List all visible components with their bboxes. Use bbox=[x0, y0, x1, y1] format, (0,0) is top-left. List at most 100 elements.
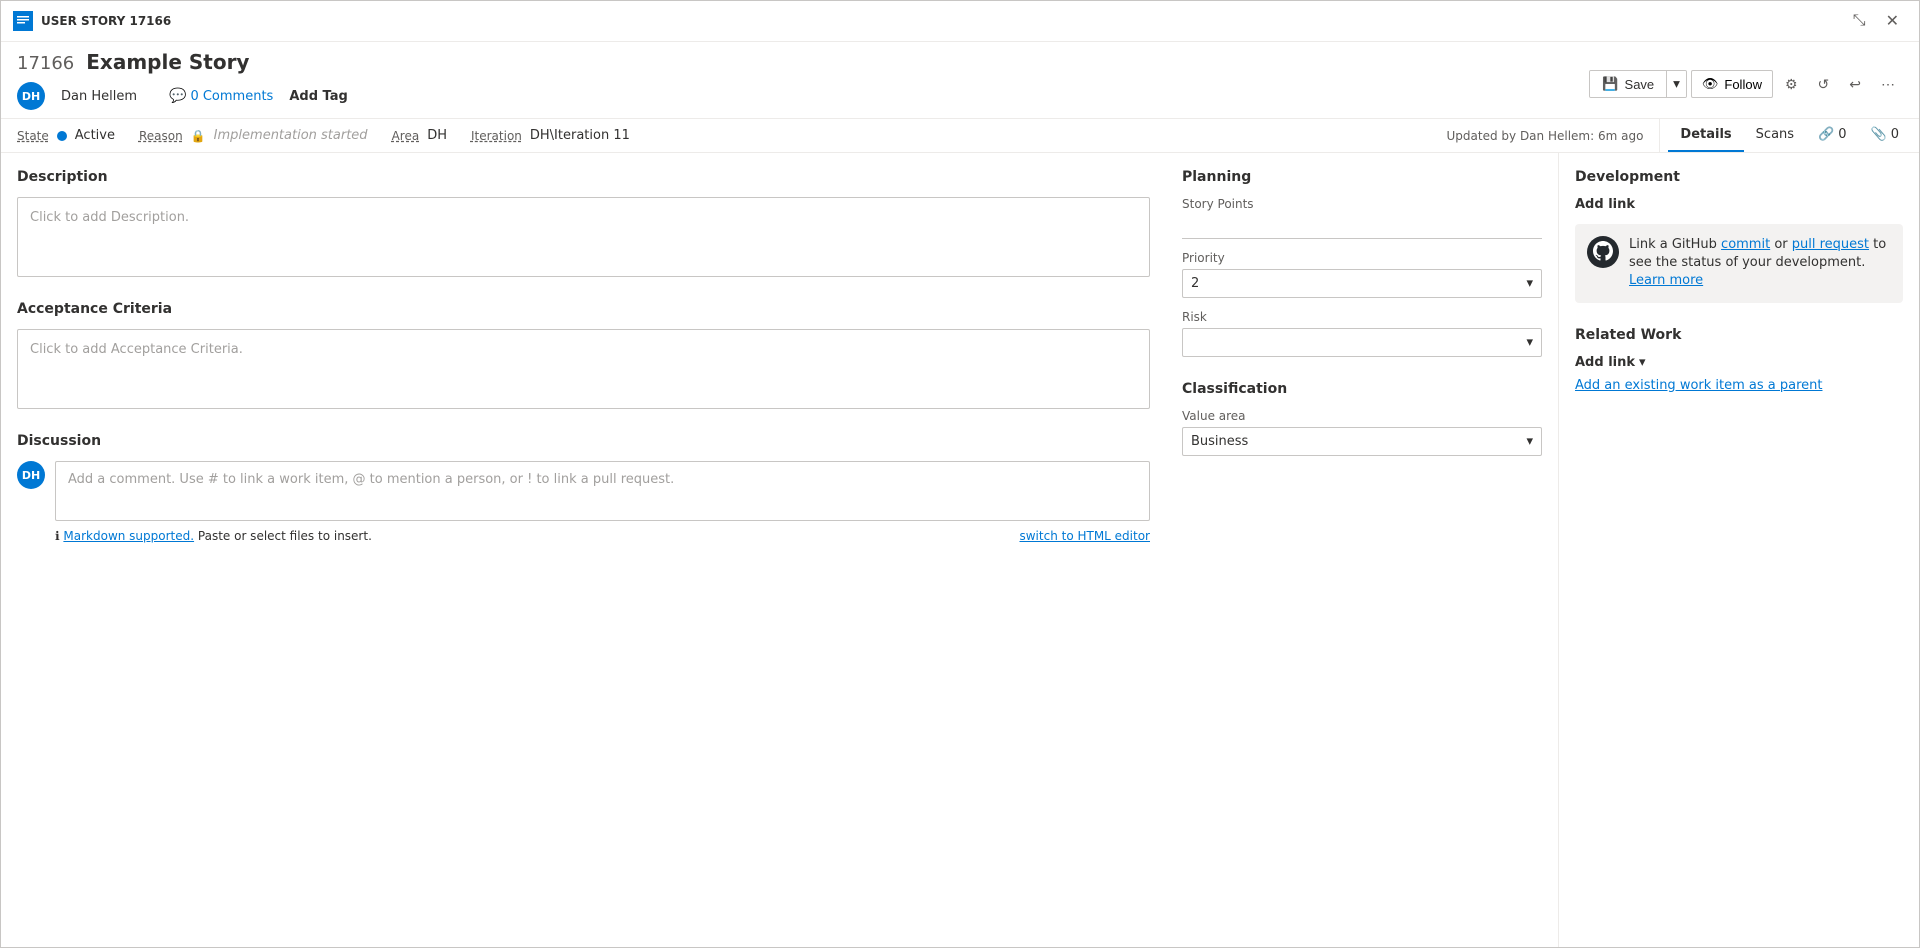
reason-value[interactable]: Implementation started bbox=[214, 128, 368, 143]
risk-field: Risk ▾ bbox=[1182, 310, 1542, 357]
description-input[interactable]: Click to add Description. bbox=[17, 197, 1150, 277]
related-work-title: Related Work bbox=[1575, 327, 1903, 343]
tab-attachments[interactable]: 📎 0 bbox=[1859, 119, 1911, 152]
markdown-link[interactable]: Markdown supported. bbox=[63, 529, 194, 543]
comment-footer-text: ℹ Markdown supported. Paste or select fi… bbox=[55, 529, 372, 543]
close-button[interactable]: ✕ bbox=[1878, 7, 1907, 35]
save-label: Save bbox=[1625, 77, 1655, 92]
info-icon: ℹ bbox=[55, 529, 60, 543]
tab-links[interactable]: 🔗 0 bbox=[1806, 119, 1858, 152]
title-bar: USER STORY 17166 ⤡ ✕ bbox=[1, 1, 1919, 42]
add-parent-link[interactable]: Add an existing work item as a parent bbox=[1575, 378, 1823, 393]
area-value[interactable]: DH bbox=[427, 128, 447, 143]
comment-footer: ℹ Markdown supported. Paste or select fi… bbox=[55, 529, 1150, 543]
follow-button[interactable]: 👁 Follow bbox=[1691, 70, 1773, 98]
reason-label: Reason bbox=[139, 129, 183, 143]
comment-input[interactable]: Add a comment. Use # to link a work item… bbox=[55, 461, 1150, 521]
work-item-title[interactable]: Example Story bbox=[86, 50, 249, 74]
comment-box: Add a comment. Use # to link a work item… bbox=[55, 461, 1150, 543]
links-icon: 🔗 bbox=[1818, 127, 1834, 142]
description-title: Description bbox=[17, 169, 1150, 185]
planning-title: Planning bbox=[1182, 169, 1542, 185]
reason-lock-icon: 🔒 bbox=[191, 129, 206, 143]
html-editor-link[interactable]: switch to HTML editor bbox=[1019, 529, 1150, 543]
chevron-down-icon: ▾ bbox=[1526, 276, 1533, 291]
iteration-group: Iteration DH\Iteration 11 bbox=[471, 128, 630, 143]
learn-more-link[interactable]: Learn more bbox=[1629, 273, 1703, 288]
window-title: USER STORY 17166 bbox=[41, 14, 1837, 28]
discussion-section: Discussion DH Add a comment. Use # to li… bbox=[17, 433, 1150, 543]
work-item-icon bbox=[13, 11, 33, 31]
value-area-label: Value area bbox=[1182, 409, 1542, 423]
main-content: Description Click to add Description. Ac… bbox=[1, 153, 1559, 947]
work-item-header: 17166 Example Story DH Dan Hellem 💬 0 Co… bbox=[1, 42, 1919, 119]
github-text-prefix: Link a GitHub bbox=[1629, 237, 1721, 252]
window-controls: ⤡ ✕ bbox=[1845, 7, 1907, 35]
dev-add-link[interactable]: Add link bbox=[1575, 197, 1903, 212]
risk-label: Risk bbox=[1182, 310, 1542, 324]
risk-select[interactable]: ▾ bbox=[1182, 328, 1542, 357]
save-icon: 💾 bbox=[1602, 76, 1618, 92]
toolbar: 💾 Save ▾ 👁 Follow ⚙ ↺ ↩ ⋯ bbox=[1589, 70, 1903, 98]
left-column: Description Click to add Description. Ac… bbox=[17, 169, 1150, 931]
discussion-title: Discussion bbox=[17, 433, 1150, 449]
tab-scans[interactable]: Scans bbox=[1744, 119, 1806, 152]
story-points-label: Story Points bbox=[1182, 197, 1542, 211]
attachments-icon: 📎 bbox=[1871, 127, 1887, 142]
github-pr-link[interactable]: pull request bbox=[1792, 237, 1869, 252]
work-item-body: Description Click to add Description. Ac… bbox=[1, 153, 1919, 947]
description-section: Description Click to add Description. bbox=[17, 169, 1150, 277]
github-commit-link[interactable]: commit bbox=[1721, 237, 1770, 252]
updated-text: Updated by Dan Hellem: 6m ago bbox=[1447, 129, 1644, 143]
development-title: Development bbox=[1575, 169, 1903, 185]
related-add-link-chevron: ▾ bbox=[1639, 355, 1646, 370]
area-group: Area DH bbox=[392, 128, 447, 143]
github-card: Link a GitHub commit or pull request to … bbox=[1575, 224, 1903, 303]
right-column: Planning Story Points Priority 2 ▾ Risk bbox=[1182, 169, 1542, 931]
collapse-button[interactable]: ⤡ bbox=[1845, 7, 1874, 35]
comments-link[interactable]: 💬 0 Comments bbox=[169, 88, 273, 104]
add-tag-button[interactable]: Add Tag bbox=[289, 89, 347, 104]
value-area-select[interactable]: Business ▾ bbox=[1182, 427, 1542, 456]
sidebar: Development Add link Link a GitHub commi… bbox=[1559, 153, 1919, 947]
title-row: 17166 Example Story bbox=[17, 50, 348, 74]
undo-button[interactable]: ↩ bbox=[1841, 71, 1869, 98]
tabs-area: Details Scans 🔗 0 📎 0 bbox=[1659, 119, 1919, 152]
iteration-value[interactable]: DH\Iteration 11 bbox=[530, 128, 630, 143]
priority-label: Priority bbox=[1182, 251, 1542, 265]
state-reason-area: State Active Reason 🔒 Implementation sta… bbox=[1, 119, 1659, 152]
save-button[interactable]: 💾 Save bbox=[1590, 71, 1666, 97]
value-area-field: Value area Business ▾ bbox=[1182, 409, 1542, 456]
planning-section: Planning Story Points Priority 2 ▾ Risk bbox=[1182, 169, 1542, 357]
related-add-link-button[interactable]: Add link ▾ bbox=[1575, 355, 1903, 370]
priority-select[interactable]: 2 ▾ bbox=[1182, 269, 1542, 298]
header-lower: State Active Reason 🔒 Implementation sta… bbox=[1, 119, 1919, 153]
more-actions-button[interactable]: ⋯ bbox=[1873, 71, 1903, 98]
story-points-input[interactable] bbox=[1182, 215, 1542, 239]
github-card-text: Link a GitHub commit or pull request to … bbox=[1629, 236, 1891, 291]
state-value[interactable]: Active bbox=[75, 128, 115, 143]
work-item-id: 17166 bbox=[17, 53, 74, 74]
follow-icon: 👁 bbox=[1702, 76, 1719, 92]
refresh-button[interactable]: ↺ bbox=[1810, 71, 1838, 98]
discussion-row: DH Add a comment. Use # to link a work i… bbox=[17, 461, 1150, 543]
save-dropdown-button[interactable]: ▾ bbox=[1666, 71, 1686, 97]
settings-button[interactable]: ⚙ bbox=[1777, 71, 1806, 98]
risk-chevron-icon: ▾ bbox=[1526, 335, 1533, 350]
tab-details[interactable]: Details bbox=[1668, 119, 1743, 152]
links-count: 0 bbox=[1838, 127, 1846, 142]
author-name: Dan Hellem bbox=[61, 89, 137, 104]
development-section: Development Add link Link a GitHub commi… bbox=[1575, 169, 1903, 303]
comment-icon: 💬 bbox=[169, 88, 186, 104]
state-group: State Active bbox=[17, 128, 115, 143]
state-indicator bbox=[57, 131, 67, 141]
reason-group: Reason 🔒 Implementation started bbox=[139, 128, 368, 143]
priority-field: Priority 2 ▾ bbox=[1182, 251, 1542, 298]
story-points-field: Story Points bbox=[1182, 197, 1542, 239]
github-icon bbox=[1587, 236, 1619, 268]
commenter-avatar: DH bbox=[17, 461, 45, 489]
priority-value: 2 bbox=[1191, 276, 1199, 291]
comments-count: 0 Comments bbox=[190, 89, 273, 104]
acceptance-criteria-input[interactable]: Click to add Acceptance Criteria. bbox=[17, 329, 1150, 409]
related-add-link-label: Add link bbox=[1575, 355, 1635, 370]
